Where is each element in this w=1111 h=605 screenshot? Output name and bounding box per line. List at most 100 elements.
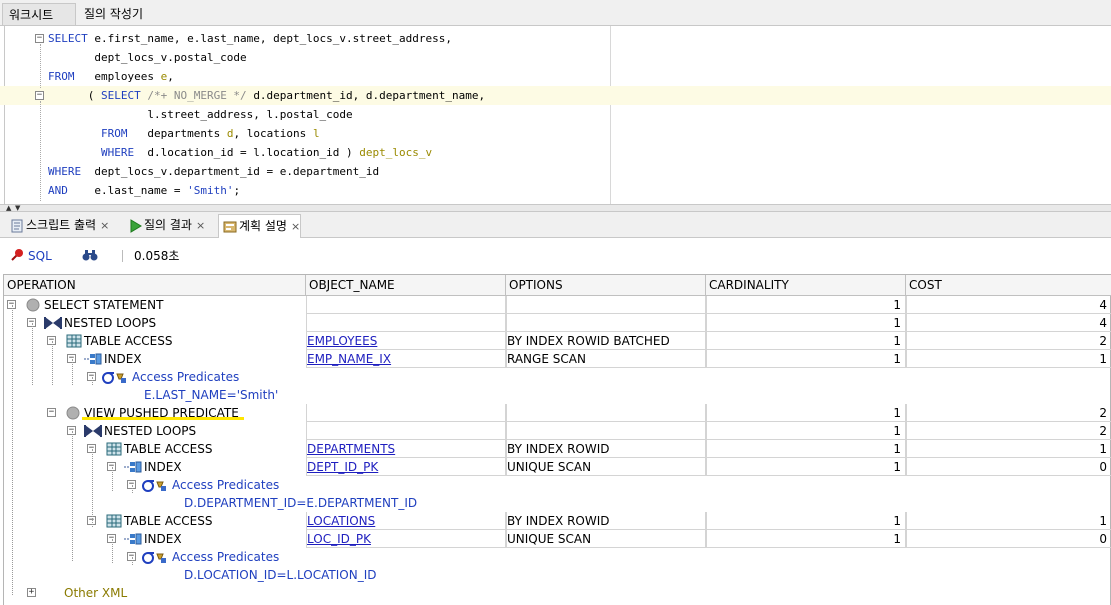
fold-guide-line [40, 44, 41, 88]
plan-row[interactable]: E.LAST_NAME='Smith' [4, 386, 1111, 404]
options-cell [506, 296, 706, 314]
tree-connector-line [132, 557, 133, 565]
object-link[interactable]: DEPT_ID_PK [307, 460, 378, 474]
plan-row[interactable]: − Access Predicates [4, 368, 1111, 386]
close-icon[interactable]: × [100, 219, 109, 232]
plan-row[interactable]: − INDEX DEPT_ID_PK UNIQUE SCAN 1 0 [4, 458, 1111, 476]
object-name-cell[interactable]: EMPLOYEES [306, 332, 506, 350]
tab-explain-plan-label: 계획 설명 [239, 219, 287, 233]
code-line-text: FROM departments d, locations l [48, 124, 320, 143]
code-line[interactable]: WHERE dept_locs_v.department_id = e.depa… [0, 162, 1111, 181]
tab-script-output[interactable]: 스크립트 출력 × [6, 214, 109, 237]
code-line[interactable]: FROM departments d, locations l [0, 124, 1111, 143]
object-link[interactable]: DEPARTMENTS [307, 442, 395, 456]
operation-cell: TABLE ACCESS [124, 442, 213, 456]
operation-cell: Other XML [64, 586, 128, 600]
plan-row[interactable]: − TABLE ACCESS EMPLOYEES BY INDEX ROWID BAT… [4, 332, 1111, 350]
collapse-up-icon[interactable]: ▲ [6, 205, 11, 212]
script-output-icon [11, 219, 23, 232]
object-name-cell[interactable]: DEPT_ID_PK [306, 458, 506, 476]
fold-guide-line [40, 101, 41, 201]
code-token: employees [94, 70, 161, 83]
tree-connector-line [32, 323, 33, 385]
sql-button[interactable]: SQL [10, 247, 52, 265]
col-cardinality[interactable]: CARDINALITY [706, 275, 906, 296]
object-name-cell[interactable]: DEPARTMENTS [306, 440, 506, 458]
cardinality-cell: 1 [706, 332, 906, 350]
fold-toggle-icon[interactable]: − [35, 34, 44, 43]
code-line[interactable]: dept_locs_v.postal_code [0, 48, 1111, 67]
object-name-cell[interactable]: LOC_ID_PK [306, 530, 506, 548]
plan-row[interactable]: − TABLE ACCESS LOCATIONS BY INDEX ROWID 1 1 [4, 512, 1111, 530]
object-name-cell[interactable]: EMP_NAME_IX [306, 350, 506, 368]
circle-node-icon [66, 406, 80, 423]
cost-cell: 0 [906, 458, 1111, 476]
close-icon[interactable]: × [196, 219, 205, 232]
operation-cell: Access Predicates [172, 478, 280, 492]
tree-connector-line [112, 467, 113, 491]
code-token: AND [48, 184, 95, 197]
plan-row[interactable]: − Access Predicates [4, 548, 1111, 566]
plan-row[interactable]: D.DEPARTMENT_ID=E.DEPARTMENT_ID [4, 494, 1111, 512]
tab-explain-plan[interactable]: 계획 설명 × [218, 214, 302, 238]
plan-row[interactable]: − TABLE ACCESS DEPARTMENTS BY INDEX ROWID 1 1 [4, 440, 1111, 458]
cost-cell: 1 [906, 440, 1111, 458]
col-operation[interactable]: OPERATION [4, 275, 306, 296]
object-link[interactable]: LOC_ID_PK [307, 532, 371, 546]
plan-row[interactable]: − NESTED LOOPS 1 2 [4, 422, 1111, 440]
code-token: FROM [48, 127, 148, 140]
code-token: WHERE [48, 165, 95, 178]
code-line-text: AND e.last_name = 'Smith'; [48, 181, 240, 200]
collapse-down-icon[interactable]: ▼ [15, 205, 20, 212]
tab-query-builder[interactable]: 질의 작성기 [78, 3, 149, 25]
options-cell [506, 404, 706, 422]
plan-row[interactable]: − INDEX LOC_ID_PK UNIQUE SCAN 1 0 [4, 530, 1111, 548]
tab-query-result[interactable]: 질의 결과 × [124, 214, 205, 237]
code-line[interactable]: l.street_address, l.postal_code [0, 105, 1111, 124]
cost-cell: 2 [906, 422, 1111, 440]
operation-node-icon [26, 298, 40, 312]
plan-row[interactable]: − SELECT STATEMENT 1 4 [4, 296, 1111, 314]
code-line[interactable]: AND e.last_name = 'Smith'; [0, 181, 1111, 200]
code-token: l.street_address, l.postal_code [48, 108, 353, 121]
close-icon[interactable]: × [291, 220, 300, 233]
object-link[interactable]: EMPLOYEES [307, 334, 377, 348]
object-name-cell[interactable]: LOCATIONS [306, 512, 506, 530]
run-triangle-icon [130, 218, 142, 233]
operation-cell: INDEX [104, 352, 142, 366]
code-line[interactable]: SELECT e.first_name, e.last_name, dept_l… [0, 29, 1111, 48]
col-object-name[interactable]: OBJECT_NAME [306, 275, 506, 296]
col-options[interactable]: OPTIONS [506, 275, 706, 296]
plan-row[interactable]: − NESTED LOOPS 1 4 [4, 314, 1111, 332]
cardinality-cell: 1 [706, 350, 906, 368]
sql-editor[interactable]: SELECT e.first_name, e.last_name, dept_l… [0, 26, 1111, 204]
code-line[interactable]: FROM employees e, [0, 67, 1111, 86]
tab-worksheet[interactable]: 워크시트 [2, 3, 76, 25]
table-icon [106, 442, 122, 456]
object-link[interactable]: EMP_NAME_IX [307, 352, 391, 366]
object-name-cell [306, 314, 506, 332]
code-token: SELECT [48, 32, 95, 45]
expand-icon[interactable]: + [27, 588, 36, 597]
object-link[interactable]: LOCATIONS [307, 514, 375, 528]
code-line[interactable]: WHERE d.location_id = l.location_id ) de… [0, 143, 1111, 162]
tree-connector-line [72, 359, 73, 385]
cardinality-cell: 1 [706, 314, 906, 332]
options-cell: RANGE SCAN [506, 350, 706, 368]
col-cost[interactable]: COST [906, 275, 1111, 296]
plan-row[interactable]: D.LOCATION_ID=L.LOCATION_ID [4, 566, 1111, 584]
toolbar-separator [122, 250, 123, 262]
plan-row[interactable]: − INDEX EMP_NAME_IX RANGE SCAN 1 1 [4, 350, 1111, 368]
object-name-cell [306, 404, 506, 422]
collapse-icon[interactable]: − [47, 408, 56, 417]
plan-row[interactable]: − Access Predicates [4, 476, 1111, 494]
cardinality-cell: 1 [706, 422, 906, 440]
operation-cell: TABLE ACCESS [84, 334, 173, 348]
cost-cell: 1 [906, 512, 1111, 530]
fold-toggle-icon[interactable]: − [35, 91, 44, 100]
find-button[interactable] [82, 248, 98, 265]
pane-splitter[interactable]: ▲ ▼ [0, 204, 1111, 212]
plan-row[interactable]: + Other XML [4, 584, 1111, 602]
options-cell [506, 314, 706, 332]
code-line[interactable]: ( SELECT /*+ NO_MERGE */ d.department_id… [0, 86, 1111, 105]
